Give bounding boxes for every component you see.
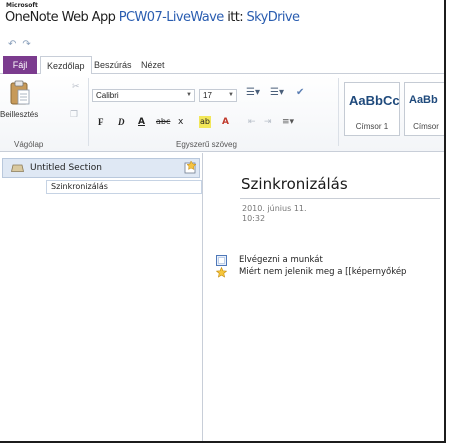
tab-file[interactable]: Fájl	[3, 56, 37, 74]
copy-icon[interactable]: ❐	[70, 110, 78, 120]
ribbon: Beillesztés ✂ ❐ Vágólap Calibri ▼ 17 ▼ ☰…	[0, 74, 444, 152]
style-heading1-name: Címsor 1	[355, 122, 389, 131]
skydrive-link[interactable]: SkyDrive	[247, 10, 300, 25]
section-item-untitled[interactable]: Untitled Section	[2, 158, 200, 178]
paste-button-label[interactable]: Beillesztés	[0, 110, 38, 119]
page-canvas[interactable]: Szinkronizálás 2010. június 11. 10:32 El…	[204, 153, 444, 441]
tab-view[interactable]: Nézet	[135, 56, 171, 74]
numbered-list-icon[interactable]: ☰▾	[270, 87, 284, 98]
tab-insert[interactable]: Beszúrás	[88, 56, 138, 74]
group-divider	[88, 78, 89, 146]
paste-icon[interactable]	[9, 80, 31, 106]
onenote-web-app-window: Microsoft OneNote Web App PCW07-LiveWave…	[0, 0, 446, 443]
app-name: OneNote Web App	[5, 10, 116, 25]
section-icon	[11, 164, 24, 172]
cut-icon[interactable]: ✂	[72, 82, 80, 92]
group-divider	[338, 78, 339, 146]
section-label: Untitled Section	[30, 163, 102, 173]
checkbox-icon[interactable]	[216, 255, 227, 266]
window-title: OneNote Web App PCW07-LiveWave itt: SkyD…	[5, 10, 300, 25]
page-title[interactable]: Szinkronizálás	[241, 175, 348, 193]
note-item-text: Miért nem jelenik meg a [[képernyőkép	[239, 267, 407, 277]
increase-indent-icon[interactable]: ⇥	[264, 116, 272, 128]
redo-icon[interactable]: ↷	[22, 40, 30, 50]
bold-button[interactable]: F	[98, 116, 104, 128]
notebook-link[interactable]: PCW07-LiveWave	[119, 10, 224, 25]
quick-access-toolbar: ↶ ↷	[8, 38, 31, 52]
page-item-szinkronizalas[interactable]: Szinkronizálás	[46, 180, 202, 194]
page-label: Szinkronizálás	[51, 182, 108, 191]
title-separator: itt:	[227, 10, 243, 25]
undo-icon[interactable]: ↶	[8, 40, 16, 50]
font-color-button[interactable]: A	[222, 116, 229, 128]
decrease-indent-icon[interactable]: ⇤	[248, 116, 256, 128]
clipboard-group-label: Vágólap	[14, 140, 44, 149]
tab-home[interactable]: Kezdőlap	[40, 56, 92, 75]
navigation-pane: Untitled Section Szinkronizálás	[0, 153, 203, 441]
font-name-value: Calibri	[96, 91, 119, 100]
title-divider	[240, 198, 440, 199]
style-heading2-name: Címsor	[413, 122, 439, 131]
star-icon	[216, 267, 227, 278]
italic-button[interactable]: D	[118, 116, 125, 128]
style-heading2-button[interactable]: AaBb Címsor	[404, 82, 444, 136]
subscript-button[interactable]: x	[178, 116, 183, 128]
spell-check-icon[interactable]: ✔	[296, 87, 304, 98]
title-bar: Microsoft OneNote Web App PCW07-LiveWave…	[0, 0, 444, 38]
underline-button[interactable]: A	[138, 116, 145, 128]
strikethrough-button[interactable]: abc	[156, 116, 170, 128]
highlight-button[interactable]: ab	[199, 116, 211, 128]
style-heading1-button[interactable]: AaBbCc Címsor 1	[344, 82, 400, 136]
style-heading1-sample: AaBbCc	[349, 93, 400, 108]
page-date: 2010. június 11.	[242, 204, 307, 213]
note-item-text: Elvégezni a munkát	[239, 255, 323, 265]
style-heading2-sample: AaBb	[409, 94, 438, 106]
chevron-down-icon: ▼	[186, 92, 192, 98]
bullet-list-icon[interactable]: ☰▾	[246, 87, 260, 98]
font-size-value: 17	[203, 91, 212, 100]
new-page-icon[interactable]	[184, 161, 196, 174]
ribbon-tabs: Fájl Kezdőlap Beszúrás Nézet	[0, 56, 444, 75]
align-icon[interactable]: ≡▾	[282, 116, 294, 128]
font-group-label: Egyszerű szöveg	[176, 140, 237, 149]
chevron-down-icon: ▼	[228, 92, 234, 98]
page-time: 10:32	[242, 214, 266, 223]
font-name-select[interactable]: Calibri ▼	[92, 89, 195, 102]
font-size-select[interactable]: 17 ▼	[199, 89, 237, 102]
microsoft-brand: Microsoft	[6, 2, 38, 9]
